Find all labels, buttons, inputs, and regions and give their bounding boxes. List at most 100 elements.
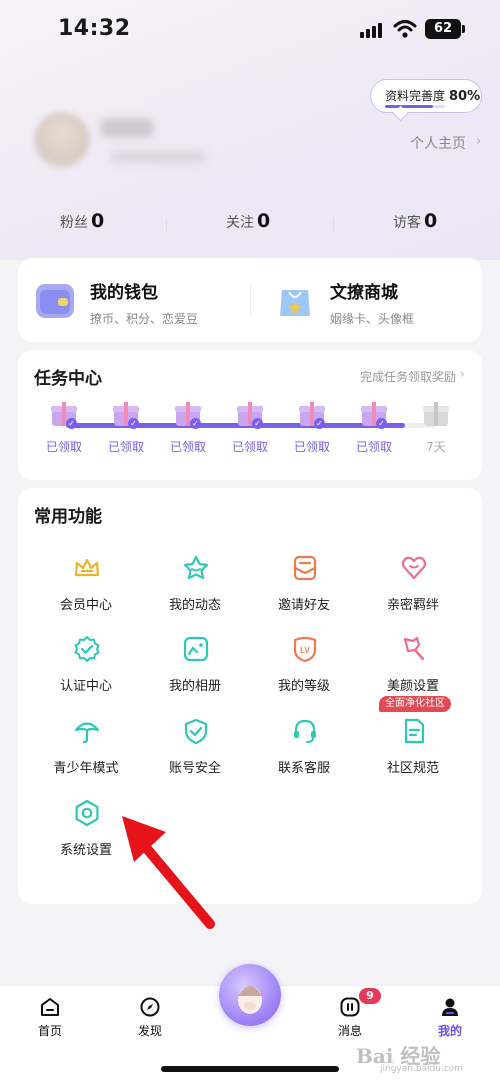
task-day-label: 已领取 [169, 440, 206, 454]
tab-home[interactable]: 首页 [15, 994, 85, 1044]
check-icon: ✓ [252, 418, 263, 429]
stats-row: 粉丝 0 关注 0 访客 0 [0, 210, 500, 240]
function-label: 我的等级 [277, 679, 330, 694]
task-center-card: 任务中心 完成任务领取奖励 › ✓ 已领取 ✓ 已领取 ✓ 已领取 ✓ 已领取 ✓ 已领取 ✓ 已领取… [18, 350, 482, 480]
my-wallet-entry[interactable]: 我的钱包 撩币、积分、恋爱豆 [18, 258, 238, 342]
task-day-label: 已领取 [231, 440, 268, 454]
status-time: 14:32 [58, 16, 131, 41]
tab-messages[interactable]: 9 消息 [315, 988, 385, 1044]
check-icon: ✓ [190, 418, 201, 429]
task-day-3[interactable]: ✓ 已领取 [160, 402, 216, 472]
profile-completion-value: 80% [449, 89, 481, 104]
gift-icon: ✓ [361, 402, 387, 429]
task-day-1[interactable]: ✓ 已领取 [36, 402, 92, 472]
common-functions-card: 常用功能 会员中心 我的动态 邀请好友 亲密羁绊认证中心 我的相册 LV 我的等级 美颜设置青… [18, 488, 482, 904]
task-day-label: 已领取 [45, 440, 82, 454]
verified-badge-icon [74, 636, 100, 662]
tab-label: 首页 [37, 1024, 62, 1038]
task-day-4[interactable]: ✓ 已领取 [222, 402, 278, 472]
function-label: 美颜设置 [386, 679, 439, 694]
svg-text:LV: LV [300, 646, 310, 655]
task-day-6[interactable]: ✓ 已领取 [346, 402, 402, 472]
common-functions-title: 常用功能 [34, 507, 102, 527]
function-item-verified-badge[interactable]: 认证中心 [36, 635, 136, 705]
stat-label: 关注 [226, 215, 254, 231]
envelope-icon [293, 555, 317, 581]
personal-homepage-link[interactable]: 个人主页 [410, 133, 466, 153]
mall-entry[interactable]: 文撩商城 姻缘卡、头像框 [258, 258, 478, 342]
umbrella-icon [74, 722, 100, 744]
task-day-label: 已领取 [107, 440, 144, 454]
tab-label: 我的 [437, 1024, 462, 1038]
function-item-level[interactable]: LV 我的等级 [254, 635, 354, 705]
gift-icon: ✓ [299, 402, 325, 429]
heart-icon [401, 556, 427, 580]
function-label: 会员中心 [59, 598, 112, 613]
mall-title: 文撩商城 [330, 283, 398, 303]
tab-label: 消息 [337, 1024, 362, 1038]
task-day-7[interactable]: 7天 [408, 402, 464, 472]
function-item-star[interactable]: 我的动态 [145, 554, 245, 624]
task-day-2[interactable]: ✓ 已领取 [98, 402, 154, 472]
center-publish-button[interactable] [219, 964, 281, 1026]
gift-icon: ✓ [51, 402, 77, 429]
profile-completion-label: 资料完善度 [385, 89, 446, 103]
chevron-right-icon: › [476, 134, 482, 149]
home-indicator [161, 1066, 339, 1072]
beauty-brush-icon [403, 636, 425, 661]
level-icon: LV [293, 636, 317, 663]
task-center-title: 任务中心 [34, 369, 102, 389]
function-item-shield-check[interactable]: 账号安全 [145, 717, 245, 787]
headset-icon [294, 719, 316, 743]
gift-icon [423, 402, 449, 428]
stat-following[interactable]: 关注 0 [226, 210, 270, 232]
avatar[interactable] [34, 112, 90, 168]
star-icon [183, 555, 209, 580]
check-icon: ✓ [66, 418, 77, 429]
document-icon [404, 718, 425, 744]
function-item-headset[interactable]: 联系客服 [254, 717, 354, 787]
function-item-envelope[interactable]: 邀请好友 [254, 554, 354, 624]
stat-divider [166, 218, 167, 232]
message-count-badge: 9 [359, 988, 381, 1004]
function-item-photo-album[interactable]: 我的相册 [145, 635, 245, 705]
function-label: 我的动态 [168, 598, 221, 613]
stat-value: 0 [424, 210, 438, 232]
my-wallet-title: 我的钱包 [90, 283, 158, 303]
profile-completion-bubble[interactable]: 资料完善度 80% [370, 79, 482, 113]
red-arrow-annotation [122, 816, 215, 929]
mascot-icon [238, 986, 262, 1014]
profile-completion-bar [385, 105, 445, 108]
function-label: 社区规范 [386, 761, 439, 776]
tab-discover[interactable]: 发现 [115, 994, 185, 1044]
function-item-heart[interactable]: 亲密羁绊 [363, 554, 463, 624]
profile-icon [442, 998, 458, 1016]
shopping-bag-icon [280, 290, 310, 316]
stat-fans[interactable]: 粉丝 0 [60, 210, 104, 232]
task-day-5[interactable]: ✓ 已领取 [284, 402, 340, 472]
status-bar: 14:32 62 [0, 0, 500, 60]
stat-divider [333, 218, 334, 232]
user-id-blurred [110, 150, 206, 164]
task-day-label: 7天 [426, 440, 446, 454]
function-label: 认证中心 [59, 679, 112, 694]
function-item-beauty-brush[interactable]: 美颜设置 [363, 635, 463, 705]
gift-icon: ✓ [175, 402, 201, 429]
function-label: 账号安全 [168, 761, 221, 776]
message-icon [340, 997, 360, 1017]
shield-check-icon [184, 718, 208, 745]
task-center-hint[interactable]: 完成任务领取奖励 [360, 368, 456, 385]
battery-indicator: 62 [425, 19, 465, 39]
stat-label: 粉丝 [60, 215, 88, 231]
tab-mine[interactable]: 我的 [415, 994, 485, 1044]
function-item-crown[interactable]: 会员中心 [36, 554, 136, 624]
function-item-umbrella[interactable]: 青少年模式 [36, 717, 136, 787]
check-icon: ✓ [376, 418, 387, 429]
stat-label: 访客 [393, 215, 421, 231]
task-day-label: 已领取 [293, 440, 330, 454]
divider [250, 284, 251, 316]
wallet-card: 我的钱包 撩币、积分、恋爱豆 文撩商城 姻缘卡、头像框 [18, 258, 482, 342]
stat-visitors[interactable]: 访客 0 [393, 210, 437, 232]
function-label: 邀请好友 [277, 598, 330, 613]
function-item-document[interactable]: 社区规范 [363, 717, 463, 787]
